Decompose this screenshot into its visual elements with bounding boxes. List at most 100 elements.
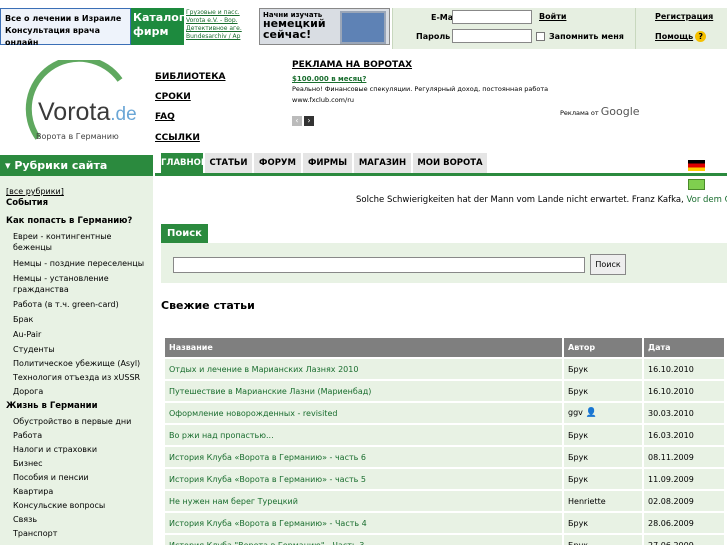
computer-image-icon <box>340 11 386 44</box>
catalog-item[interactable]: Детективное аге. <box>186 25 259 33</box>
tab-firms[interactable]: ФИРМЫ <box>303 153 352 173</box>
article-link[interactable]: Оформление новорожденных - revisited <box>169 409 337 418</box>
logo-tld: .de <box>110 104 137 125</box>
row-date-cell: 16.10.2010 <box>644 381 724 401</box>
german-course-banner[interactable]: Начни изучать немецкий сейчас! <box>259 8 390 45</box>
sidebar-item[interactable]: Технология отъезда из xUSSR <box>13 372 151 383</box>
article-link[interactable]: Не нужен нам берег Турецкий <box>169 497 298 506</box>
kafka-quote: Solche Schwierigkeiten hat der Mann vom … <box>356 195 727 205</box>
article-link[interactable]: История Клуба «Ворота в Германию» - част… <box>169 453 366 462</box>
author-link[interactable]: Henriette <box>568 497 606 506</box>
logo-tagline: Ворота в Германию <box>36 132 119 141</box>
quote-link[interactable]: Vor dem Gesetz <box>686 195 727 205</box>
row-date-cell: 08.11.2009 <box>644 447 724 467</box>
section-life-in-germany[interactable]: Жизнь в Германии <box>6 401 98 411</box>
ad-url[interactable]: www.fxclub.com/ru <box>292 96 632 105</box>
author-link[interactable]: Брук <box>568 365 588 374</box>
article-link[interactable]: Отдых и лечение в Марианских Лазнях 2010 <box>169 365 358 374</box>
article-link[interactable]: Путешествие в Марианские Лазни (Мариенба… <box>169 387 371 396</box>
login-button[interactable]: Войти <box>539 12 566 21</box>
article-link[interactable]: Во ржи над пропастью... <box>169 431 274 440</box>
sidebar-item[interactable]: Обустройство в первые дни <box>13 416 151 427</box>
faq-link[interactable]: FAQ <box>155 112 175 122</box>
tab-home[interactable]: ГЛАВНОЕ <box>161 153 207 173</box>
table-row: Путешествие в Марианские Лазни (Мариенба… <box>165 381 724 401</box>
tab-shop[interactable]: МАГАЗИН <box>354 153 411 173</box>
deadlines-link[interactable]: СРОКИ <box>155 92 191 102</box>
tab-articles[interactable]: СТАТЬИ <box>205 153 252 173</box>
author-link[interactable]: Брук <box>568 387 588 396</box>
table-row: Отдых и лечение в Марианских Лазнях 2010… <box>165 359 724 379</box>
google-ads-label[interactable]: Реклама от Google <box>560 105 640 118</box>
ad-banner-israel-clinic[interactable]: Все о лечении в Израиле Консультация вра… <box>0 8 131 47</box>
sidebar-item[interactable]: Немцы - поздние переселенцы <box>13 258 151 269</box>
sidebar-item[interactable]: Евреи - контингентные беженцы <box>13 231 151 253</box>
divider <box>635 8 636 49</box>
table-header-row: Название Автор Дата <box>165 338 724 357</box>
section-how-to-get[interactable]: Как попасть в Германию? <box>6 216 132 226</box>
remember-checkbox[interactable] <box>536 32 545 41</box>
sidebar-item[interactable]: Работа (в т.ч. green-card) <box>13 299 151 310</box>
sidebar-item[interactable]: Транспорт <box>13 528 151 539</box>
login-panel: E-Mail Пароль Войти Запомнить меня Регис… <box>392 8 727 49</box>
library-link[interactable]: БИБЛИОТЕКА <box>155 72 226 82</box>
prev-arrow-icon[interactable]: ‹ <box>292 116 302 126</box>
table-row: История Клуба «Ворота в Германию» - част… <box>165 469 724 489</box>
catalog-item[interactable]: Грузовые и пасс. <box>186 9 259 17</box>
sidebar-item[interactable]: Студенты <box>13 344 151 355</box>
sidebar-item[interactable]: Связь <box>13 514 151 525</box>
sidebar-item[interactable]: Политическое убежище (Asyl) <box>13 358 151 369</box>
site-logo[interactable]: Vorota.de Ворота в Германию <box>20 55 137 152</box>
catalog-item[interactable]: Vorota e.V. - Вор. <box>186 17 259 25</box>
row-author-cell: ggv 👤 <box>564 403 642 423</box>
table-row: Не нужен нам берег Турецкий Henriette 02.0… <box>165 491 724 511</box>
all-rubrics-link[interactable]: [все рубрики] <box>6 187 64 196</box>
flag-icon[interactable] <box>688 179 705 190</box>
catalog-banner[interactable]: Каталог фирм <box>131 8 185 45</box>
sidebar-item[interactable]: Немцы - установление гражданства <box>13 273 151 295</box>
rubrics-header[interactable]: ▾ Рубрики сайта <box>0 155 153 176</box>
ad-header[interactable]: РЕКЛАМА НА ВОРОТАХ <box>292 60 632 70</box>
author-link[interactable]: Брук <box>568 431 588 440</box>
page: Все о лечении в Израиле Консультация вра… <box>0 0 727 545</box>
help-link[interactable]: Помощь? <box>655 31 707 42</box>
sidebar-item[interactable]: Au-Pair <box>13 329 151 340</box>
german-line2: сейчас! <box>263 28 312 41</box>
article-link[interactable]: История Клуба «Ворота в Германию» - част… <box>169 475 366 484</box>
register-link[interactable]: Регистрация <box>655 12 713 21</box>
author-link[interactable]: Брук <box>568 475 588 484</box>
german-banner-text: немецкий сейчас! <box>263 18 326 40</box>
links-link[interactable]: ССЫЛКИ <box>155 133 200 143</box>
sidebar-item[interactable]: Пособия и пенсии <box>13 472 151 483</box>
article-link[interactable]: История Клуба "Ворота в Германию" - Част… <box>169 541 364 545</box>
author-link[interactable]: Брук <box>568 453 588 462</box>
table-row: История Клуба «Ворота в Германию» - Част… <box>165 513 724 533</box>
german-flag-icon[interactable] <box>688 160 705 171</box>
row-date-cell: 11.09.2009 <box>644 469 724 489</box>
sidebar-item[interactable]: Бизнес <box>13 458 151 469</box>
col-author: Автор <box>564 338 642 357</box>
author-link[interactable]: Брук <box>568 519 588 528</box>
sidebar-item[interactable]: Дорога <box>13 386 151 397</box>
author-link[interactable]: Брук <box>568 541 588 545</box>
tab-forum[interactable]: ФОРУМ <box>254 153 301 173</box>
author-link[interactable]: ggv <box>568 408 583 417</box>
sidebar-item[interactable]: Брак <box>13 314 151 325</box>
banner-consult-line1: Все о лечении в Израиле <box>5 14 122 23</box>
catalog-item[interactable]: Bundesarchiv / Ар <box>186 33 259 41</box>
events-link[interactable]: События <box>6 198 48 208</box>
article-link[interactable]: История Клуба «Ворота в Германию» - Част… <box>169 519 367 528</box>
sidebar-item[interactable]: Налоги и страховки <box>13 444 151 455</box>
ad-link[interactable]: $100.000 в месяц? <box>292 75 632 83</box>
next-arrow-icon[interactable]: › <box>304 116 314 126</box>
email-field[interactable] <box>452 10 532 24</box>
sidebar-item[interactable]: Квартира <box>13 486 151 497</box>
password-field[interactable] <box>452 29 532 43</box>
col-date: Дата <box>644 338 724 357</box>
sidebar-item[interactable]: Консульские вопросы <box>13 500 151 511</box>
tab-my-vorota[interactable]: МОИ ВОРОТА <box>413 153 487 173</box>
sidebar-item[interactable]: Работа <box>13 430 151 441</box>
search-input[interactable] <box>173 257 585 273</box>
search-button[interactable]: Поиск <box>590 254 626 275</box>
tab-underline <box>155 173 727 176</box>
